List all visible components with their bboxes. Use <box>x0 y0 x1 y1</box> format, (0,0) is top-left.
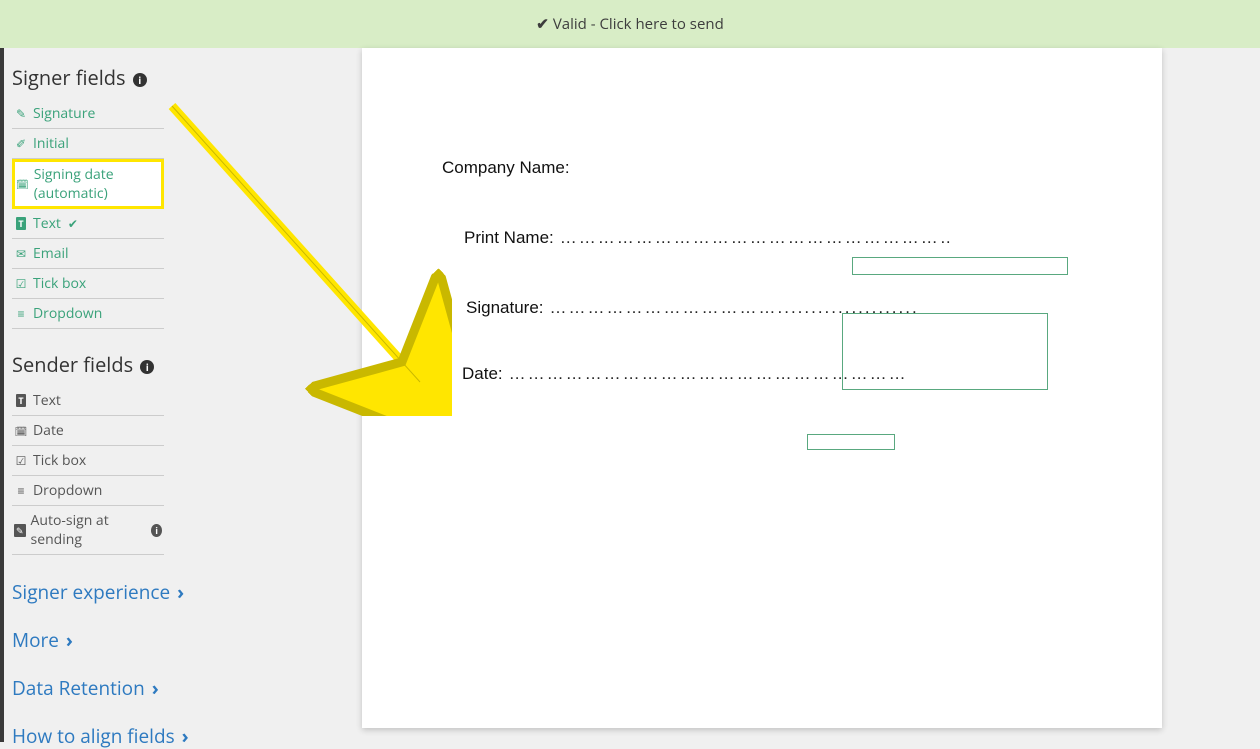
row-company: Company Name: <box>442 158 1082 178</box>
list-icon <box>14 305 28 322</box>
sidebar: Signer fields i Signature Initial Signin… <box>4 48 264 742</box>
dotted-line: ………………………………………………………… <box>560 228 950 248</box>
field-label: Text <box>33 391 61 410</box>
date-label: Date: <box>462 364 503 384</box>
sidebar-links: Signer experience › More › Data Retentio… <box>12 579 252 749</box>
checkbox-icon <box>14 452 28 469</box>
link-label: More <box>12 627 59 653</box>
field-text[interactable]: Text ✔ <box>12 209 164 239</box>
chevron-right-icon: › <box>66 627 73 653</box>
link-label: Data Retention <box>12 675 145 701</box>
field-signature[interactable]: Signature <box>12 99 164 129</box>
autosign-icon <box>14 524 26 537</box>
field-label: Date <box>33 421 64 440</box>
chevron-right-icon: › <box>177 579 184 605</box>
info-icon[interactable]: i <box>151 524 162 537</box>
sender-field-tickbox[interactable]: Tick box <box>12 446 164 476</box>
print-name-label: Print Name: <box>464 228 554 248</box>
link-data-retention[interactable]: Data Retention › <box>12 675 252 701</box>
sender-fields-title-text: Sender fields <box>12 351 133 378</box>
field-tickbox[interactable]: Tick box <box>12 269 164 299</box>
checkbox-icon <box>14 275 28 292</box>
link-more[interactable]: More › <box>12 627 252 653</box>
link-label: How to align fields <box>12 723 175 749</box>
edit-icon <box>14 135 28 152</box>
calendar-icon <box>16 177 29 191</box>
sender-field-autosign[interactable]: Auto-sign at sending i <box>12 506 164 555</box>
field-initial[interactable]: Initial <box>12 129 164 159</box>
list-icon <box>14 482 28 499</box>
chevron-right-icon: › <box>182 723 189 749</box>
field-label: Signing date (automatic) <box>34 165 160 203</box>
sender-field-date[interactable]: Date <box>12 416 164 446</box>
info-icon[interactable]: i <box>140 360 154 374</box>
field-signing-date[interactable]: Signing date (automatic) <box>12 159 164 209</box>
banner-text: Valid - Click here to send <box>553 14 724 34</box>
sender-field-dropdown[interactable]: Dropdown <box>12 476 164 506</box>
calendar-icon <box>14 424 28 438</box>
info-icon[interactable]: i <box>133 73 147 87</box>
validity-banner[interactable]: ✔Valid - Click here to send <box>0 0 1260 48</box>
placed-field-print-name[interactable] <box>852 257 1068 275</box>
placed-field-signature[interactable] <box>842 313 1048 390</box>
mail-icon <box>14 245 28 262</box>
field-label: Auto-sign at sending <box>31 511 141 549</box>
document-area: Company Name: Print Name: ……………………………………… <box>264 48 1260 742</box>
field-dropdown[interactable]: Dropdown <box>12 299 164 329</box>
sender-fields-title: Sender fields i <box>12 351 252 378</box>
field-label: Signature <box>33 104 95 123</box>
link-label: Signer experience <box>12 579 170 605</box>
sender-field-text[interactable]: Text <box>12 386 164 416</box>
link-signer-experience[interactable]: Signer experience › <box>12 579 252 605</box>
placed-field-date[interactable] <box>807 434 895 450</box>
signer-fields-title-text: Signer fields <box>12 64 126 91</box>
main-layout: Signer fields i Signature Initial Signin… <box>0 48 1260 742</box>
field-email[interactable]: Email <box>12 239 164 269</box>
field-label: Tick box <box>33 274 86 293</box>
field-label: Initial <box>33 134 69 153</box>
checkmark-icon: ✔ <box>68 215 78 232</box>
field-label: Dropdown <box>33 304 102 323</box>
field-label: Text <box>33 214 61 233</box>
field-label: Tick box <box>33 451 86 470</box>
signer-fields-title: Signer fields i <box>12 64 252 91</box>
text-icon <box>14 394 28 407</box>
pencil-icon <box>14 105 28 122</box>
signature-label: Signature: <box>466 298 544 318</box>
field-label: Email <box>33 244 69 263</box>
chevron-right-icon: › <box>152 675 159 701</box>
field-label: Dropdown <box>33 481 102 500</box>
sender-field-list: Text Date Tick box Dropdown Auto-sign at… <box>12 386 164 555</box>
company-label: Company Name: <box>442 158 570 177</box>
row-print-name: Print Name: ………………………………………………………… <box>464 228 1082 248</box>
document-page[interactable]: Company Name: Print Name: ……………………………………… <box>362 48 1162 728</box>
text-icon <box>14 217 28 230</box>
check-icon: ✔ <box>536 14 549 34</box>
signer-field-list: Signature Initial Signing date (automati… <box>12 99 164 329</box>
link-how-to-align[interactable]: How to align fields › <box>12 723 252 749</box>
